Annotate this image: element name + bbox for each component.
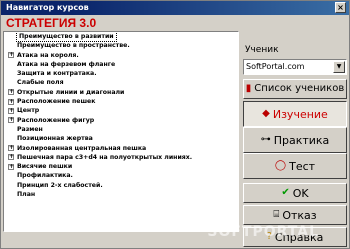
title-bar: Навигатор курсов ×: [1, 1, 349, 15]
tree-item-label: Преимущество в пространстве.: [17, 42, 130, 50]
tree-item[interactable]: + Центр: [4, 106, 238, 115]
practice-button[interactable]: ⊶ Практика: [243, 127, 347, 153]
tree-item-label: Профилактика.: [17, 172, 73, 180]
chevron-down-icon[interactable]: ▼: [333, 61, 345, 73]
tree-item[interactable]: Преимущество в пространстве.: [4, 41, 238, 50]
navigator-window: Навигатор курсов × СТРАТЕГИЯ 3.0 Преимущ…: [0, 0, 350, 249]
expand-plus-icon[interactable]: +: [8, 52, 14, 59]
expand-plus-icon[interactable]: +: [8, 117, 14, 124]
test-button[interactable]: ◯ Тест: [243, 153, 347, 179]
tree-item[interactable]: Преимущество в развитии: [4, 32, 238, 43]
tree-item[interactable]: Принцип 2-х слабостей.: [4, 181, 238, 190]
tree-item-label: Атака на ферзевом фланге: [17, 60, 116, 68]
door-icon: ⌸: [273, 209, 280, 220]
expand-plus-icon[interactable]: +: [8, 89, 14, 96]
checkmark-icon: ✔: [281, 187, 290, 198]
student-label: Ученик: [245, 45, 279, 55]
window-title: Навигатор курсов: [6, 3, 89, 12]
tree-item-label: Расположение пешек: [17, 98, 96, 106]
study-button[interactable]: ◆ Изучение: [243, 101, 347, 127]
student-combobox[interactable]: SoftPortal.com ▼: [243, 59, 347, 75]
student-icon: ▮: [245, 83, 252, 94]
tree-item[interactable]: Слабые поля: [4, 78, 238, 87]
tree-item[interactable]: Защита и контратака.: [4, 69, 238, 78]
course-tree[interactable]: Преимущество в развитии Преимущество в пр…: [3, 31, 239, 232]
brand-header: СТРАТЕГИЯ 3.0: [1, 15, 349, 31]
tree-item[interactable]: + Расположение фигур: [4, 116, 238, 125]
tree-item-label: Защита и контратака.: [17, 70, 97, 78]
brand-title: СТРАТЕГИЯ 3.0: [6, 16, 97, 30]
tree-item-label: Принцип 2-х слабостей.: [17, 181, 103, 189]
tree-item[interactable]: + Пешечная пара c3+d4 на полуоткрытых лин…: [4, 153, 238, 162]
target-icon: ◯: [274, 160, 287, 171]
tree-item-label: План: [17, 191, 36, 199]
tree-item[interactable]: + Изолированная центральная пешка: [4, 144, 238, 153]
tree-item[interactable]: Атака на ферзевом фланге: [4, 60, 238, 69]
expand-plus-icon[interactable]: +: [8, 98, 14, 105]
watermark: SOFTPORTAL: [207, 224, 319, 240]
tree-item[interactable]: + Висячие пешки: [4, 162, 238, 171]
tree-item-label: Слабые поля: [17, 79, 64, 87]
tree-item-label: Открытые линии и диагонали: [17, 88, 125, 96]
ok-button[interactable]: ✔ OK: [243, 183, 347, 203]
tree-item-label: Атака на короля.: [17, 51, 79, 59]
tree-item-label: Центр: [17, 107, 40, 115]
students-list-button[interactable]: ▮ Список учеников: [243, 79, 347, 99]
tree-item[interactable]: Размен: [4, 125, 238, 134]
expand-plus-icon[interactable]: +: [8, 154, 14, 161]
tree-item-label: Позиционная жертва: [17, 135, 93, 143]
book-icon: ◆: [262, 108, 270, 119]
right-panel: Ученик SoftPortal.com ▼ ▮ Список ученико…: [243, 31, 349, 249]
tree-item[interactable]: План: [4, 190, 238, 199]
expand-plus-icon[interactable]: +: [8, 107, 14, 114]
tree-item[interactable]: Профилактика.: [4, 171, 238, 180]
tree-item-label: Пешечная пара c3+d4 на полуоткрытых лини…: [17, 153, 193, 161]
tree-item-label: Преимущество в развитии: [16, 32, 117, 43]
tree-item[interactable]: + Атака на короля.: [4, 51, 238, 60]
close-icon[interactable]: ×: [335, 2, 346, 13]
tree-item-label: Размен: [17, 125, 43, 133]
key-icon: ⊶: [260, 134, 271, 145]
expand-plus-icon[interactable]: +: [8, 163, 14, 170]
tree-item[interactable]: Позиционная жертва: [4, 134, 238, 143]
student-value: SoftPortal.com: [246, 62, 305, 71]
tree-item[interactable]: + Открытые линии и диагонали: [4, 88, 238, 97]
cancel-button[interactable]: ⌸ Отказ: [243, 205, 347, 225]
expand-plus-icon[interactable]: +: [8, 145, 14, 152]
tree-item-label: Изолированная центральная пешка: [17, 144, 147, 152]
tree-item-label: Висячие пешки: [17, 163, 73, 171]
tree-item-label: Расположение фигур: [17, 116, 95, 124]
tree-item[interactable]: + Расположение пешек: [4, 97, 238, 106]
